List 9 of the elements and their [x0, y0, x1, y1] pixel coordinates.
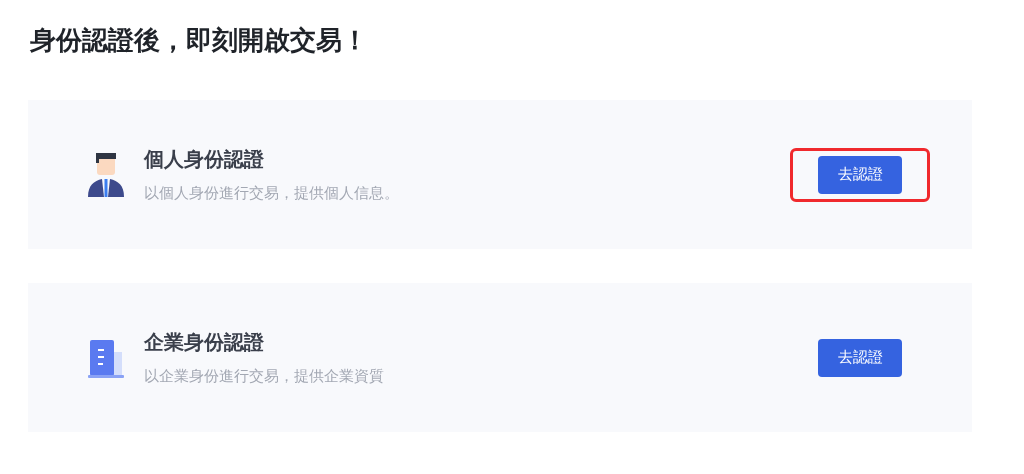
- person-icon: [86, 150, 126, 199]
- page-heading: 身份認證後，即刻開啟交易！: [29, 24, 369, 57]
- card-description: 以企業身份進行交易，提供企業資質: [144, 366, 385, 388]
- verify-button[interactable]: 去認證: [818, 155, 902, 194]
- building-icon: [86, 337, 126, 378]
- card-title: 企業身份認證: [144, 329, 265, 357]
- card-description: 以個人身份進行交易，提供個人信息。: [144, 183, 400, 205]
- card-title: 個人身份認證: [144, 146, 265, 174]
- verify-button[interactable]: 去認證: [818, 338, 902, 377]
